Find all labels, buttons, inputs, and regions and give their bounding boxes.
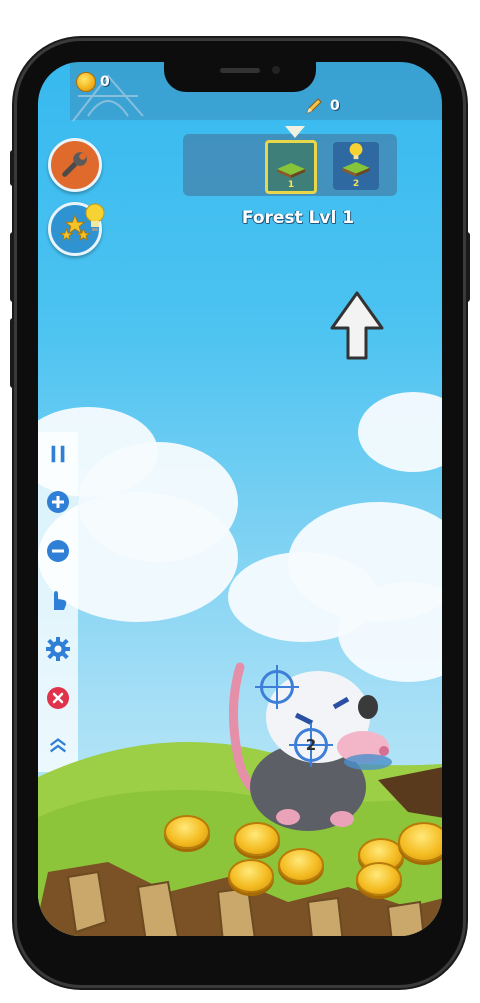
grass-tile-icon — [342, 162, 370, 177]
coin-icon — [76, 72, 96, 92]
level-slot-number: 2 — [352, 179, 360, 189]
zoom-out-button[interactable] — [46, 539, 70, 563]
pause-icon — [51, 445, 65, 463]
current-level-marker-icon — [285, 126, 305, 138]
gear-icon — [46, 637, 70, 661]
lightbulb-icon — [85, 203, 105, 231]
notch — [164, 62, 316, 92]
level-slot-2[interactable]: 2 — [333, 142, 379, 190]
coin-pile[interactable] — [278, 848, 324, 882]
camera — [272, 66, 280, 74]
coin-pile[interactable] — [356, 862, 402, 896]
minus-icon — [47, 540, 69, 562]
coin-pile[interactable] — [164, 815, 210, 849]
game-screen[interactable]: 0 0 1 2 Forest Lvl 1 2 — [38, 62, 442, 936]
pause-button[interactable] — [46, 442, 70, 466]
target-reticle[interactable]: 2 — [289, 723, 333, 767]
coin-counter: 0 — [76, 72, 110, 92]
level-slot-number: 1 — [287, 180, 295, 190]
wrench-icon — [62, 152, 87, 177]
pan-hand-button[interactable] — [46, 588, 70, 612]
pencil-icon — [306, 98, 322, 114]
coin-pile[interactable] — [398, 822, 442, 862]
settings-button[interactable] — [46, 637, 70, 661]
level-select-panel: 1 2 — [183, 126, 397, 196]
build-tools-button[interactable] — [48, 138, 102, 192]
coin-pile[interactable] — [228, 859, 274, 893]
target-number: 2 — [305, 736, 317, 754]
plus-icon — [47, 491, 69, 513]
lightbulb-icon — [349, 143, 363, 160]
hand-icon — [54, 591, 67, 610]
level-slot-1[interactable]: 1 — [265, 140, 317, 194]
speaker — [220, 68, 260, 73]
target-reticle[interactable] — [255, 665, 299, 709]
cursor-arrow-icon — [330, 291, 384, 360]
pencil-count: 0 — [330, 98, 340, 114]
cloud — [358, 392, 442, 472]
coin-count: 0 — [100, 74, 110, 90]
zoom-in-button[interactable] — [46, 490, 70, 514]
grass-tile-icon — [277, 163, 305, 178]
level-title: Forest Lvl 1 — [241, 208, 355, 228]
pencil-counter: 0 — [304, 96, 340, 116]
